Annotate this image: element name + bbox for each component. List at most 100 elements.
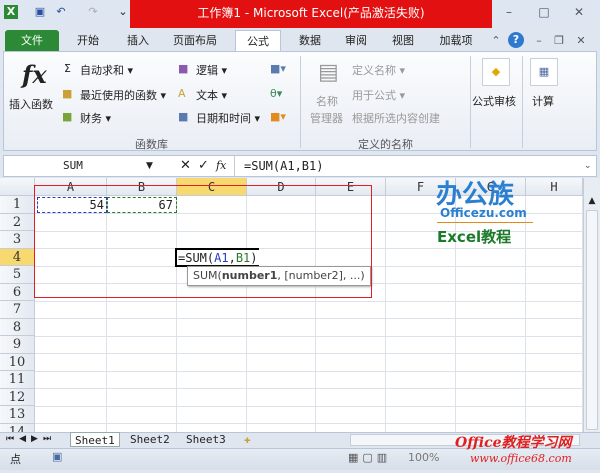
worksheet-grid[interactable]: A B C D E F G H 1 2 3 4 5 6 7 8 9 10 11 12 13 14 54 67 =SUM(A… [0,178,583,432]
row-header-10[interactable]: 10 [0,353,35,371]
redo-icon[interactable]: ↷ [86,5,100,19]
close-icon[interactable]: ✕ [570,5,588,19]
row-header-12[interactable]: 12 [0,388,35,406]
save-icon[interactable]: ▣ [33,5,47,19]
enter-icon[interactable]: ✓ [198,157,209,175]
row-header-4[interactable]: 4 [0,248,35,266]
row-header-14[interactable]: 14 [0,423,35,432]
define-name-button[interactable]: 定义名称 ▾ [352,62,405,78]
tab-view[interactable]: 视图 [383,30,423,52]
column-header-h[interactable]: H [526,178,583,196]
name-box-dropdown-icon[interactable]: ▼ [146,157,153,175]
collapse-ribbon-icon[interactable]: ⌃ [490,30,502,52]
gridline [35,370,583,372]
vertical-scrollbar[interactable]: ▲ [583,178,600,432]
lookup-reference-icon[interactable]: ■▾ [270,62,286,75]
more-functions-icon[interactable]: ■▾ [270,110,286,123]
watermark-divider [437,222,533,223]
zoom-level[interactable]: 100% [408,451,439,464]
gridline [35,353,583,354]
insert-function-icon[interactable]: fx [216,157,226,175]
separator [234,156,235,176]
fx-icon[interactable]: fx [22,60,47,89]
gridline [35,300,583,302]
recent-functions-button[interactable]: 最近使用的函数 ▾ [80,87,166,103]
tab-insert[interactable]: 插入 [118,30,158,52]
workbook-minimize-icon[interactable]: – [532,30,546,52]
row-header-8[interactable]: 8 [0,318,35,336]
formula-auditing-icon: ◆ [482,58,510,86]
tab-review[interactable]: 审阅 [336,30,376,52]
group-label-function-library: 函数库 [135,138,168,151]
row-header-7[interactable]: 7 [0,301,35,319]
formula-input[interactable]: =SUM(A1,B1) [244,157,323,175]
name-manager-label-1[interactable]: 名称 [316,93,338,109]
autosum-button[interactable]: 自动求和 ▾ [80,62,133,78]
use-in-formula-button[interactable]: 用于公式 ▾ [352,87,405,103]
row-header-2[interactable]: 2 [0,213,35,231]
datetime-icon: ■ [178,110,189,123]
autosum-icon: Σ [64,62,71,75]
gridline [35,318,583,319]
row-header-6[interactable]: 6 [0,283,35,301]
row-header-1[interactable]: 1 [0,196,35,214]
expand-formula-bar-icon[interactable]: ⌄ [584,157,592,175]
tab-data[interactable]: 数据 [290,30,330,52]
row-header-9[interactable]: 9 [0,336,35,354]
calculator-icon: ▦ [530,58,558,86]
financial-button[interactable]: 财务 ▾ [80,110,111,126]
row-header-13[interactable]: 13 [0,406,35,424]
gridline [35,405,583,407]
macro-record-icon[interactable]: ▣ [52,450,62,463]
help-icon[interactable]: ? [508,32,524,48]
group-label-defined-names: 定义的名称 [358,138,413,151]
text-button[interactable]: 文本 ▾ [196,87,227,103]
name-manager-label-2[interactable]: 管理器 [310,110,343,126]
undo-icon[interactable]: ↶ [54,5,68,19]
insert-sheet-icon[interactable]: ✚ [240,432,255,447]
view-buttons[interactable]: ▦▢▥ [348,451,391,464]
workbook-close-icon[interactable]: ✕ [574,30,588,52]
scroll-up-icon[interactable]: ▲ [584,196,600,206]
window-title: 工作簿1 - Microsoft Excel(产品激活失败) [130,0,492,28]
minimize-icon[interactable]: – [500,5,518,19]
sheet-tab-3[interactable]: Sheet3 [182,432,230,447]
watermark-subtitle: Excel教程 [437,228,512,246]
sheet-tab-1[interactable]: Sheet1 [70,432,120,447]
sheet-nav-icons[interactable]: ⏮◀▶⏭ [6,432,56,447]
formula-auditing-button[interactable]: 公式审核 [472,93,516,109]
text-icon: A [178,87,186,100]
logical-icon: ■ [178,62,189,75]
gridline [35,388,583,389]
tab-file[interactable]: 文件 [5,30,59,52]
sheet-tab-2[interactable]: Sheet2 [126,432,174,447]
row-header-11[interactable]: 11 [0,371,35,389]
excel-logo-icon: X [4,5,18,19]
separator [522,56,523,148]
calculation-button[interactable]: 计算 [532,93,554,109]
tab-home[interactable]: 开始 [68,30,108,52]
separator [470,56,471,148]
customize-qat-icon[interactable]: ⌄ [116,5,130,19]
tab-page-layout[interactable]: 页面布局 [165,30,225,52]
logical-button[interactable]: 逻辑 ▾ [196,62,227,78]
gridline [35,335,583,337]
insert-function-button[interactable]: 插入函数 [9,96,53,112]
workbook-restore-icon[interactable]: ❐ [552,30,566,52]
cancel-icon[interactable]: ✕ [180,157,191,175]
name-box[interactable]: SUM [5,157,155,175]
maximize-icon[interactable]: □ [535,5,553,19]
tab-addins[interactable]: 加载项 [432,30,480,52]
recent-functions-icon: ■ [62,87,73,100]
separator [300,56,301,148]
select-all-corner[interactable] [0,178,35,196]
create-from-selection-button[interactable]: 根据所选内容创建 [352,110,440,126]
math-trig-icon[interactable]: θ▾ [270,87,282,100]
datetime-button[interactable]: 日期和时间 ▾ [196,110,260,126]
scroll-thumb[interactable] [586,210,598,430]
row-header-3[interactable]: 3 [0,231,35,249]
watermark-url: Officezu.com [440,206,527,220]
row-header-5[interactable]: 5 [0,266,35,284]
watermark-office68-url: www.office68.com [470,452,572,465]
annotation-box [34,185,372,298]
